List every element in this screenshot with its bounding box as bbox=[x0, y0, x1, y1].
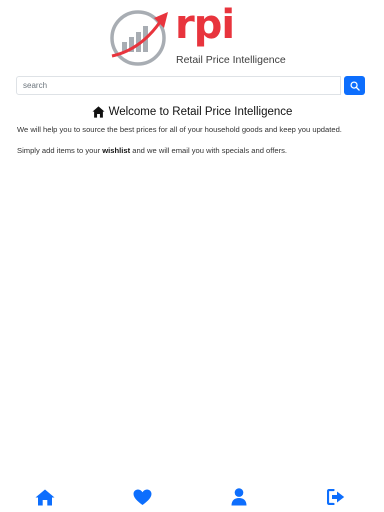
logout-icon bbox=[327, 489, 345, 505]
user-icon bbox=[231, 488, 247, 506]
intro-text: We will help you to source the best pric… bbox=[17, 125, 342, 134]
logo-emblem-icon bbox=[110, 10, 168, 66]
wishlist-suffix: and we will email you with specials and … bbox=[130, 146, 287, 155]
home-icon bbox=[35, 489, 55, 505]
search-icon bbox=[349, 80, 360, 91]
heart-icon bbox=[133, 488, 151, 505]
search-bar bbox=[16, 76, 365, 95]
logo-wordmark: rpi bbox=[175, 2, 235, 48]
wishlist-prefix: Simply add items to your bbox=[17, 146, 103, 155]
home-icon bbox=[92, 106, 105, 118]
nav-logout[interactable] bbox=[326, 488, 346, 506]
bottom-nav bbox=[0, 482, 384, 512]
nav-home[interactable] bbox=[35, 488, 55, 506]
search-input[interactable] bbox=[16, 76, 341, 95]
wishlist-word: wishlist bbox=[102, 146, 131, 155]
logo-tagline: Retail Price Intelligence bbox=[176, 54, 286, 66]
welcome-heading: Welcome to Retail Price Intelligence bbox=[0, 106, 384, 118]
nav-profile[interactable] bbox=[229, 488, 249, 506]
wishlist-text: Simply add items to your wishlist and we… bbox=[17, 146, 369, 156]
nav-wishlist[interactable] bbox=[132, 488, 152, 506]
welcome-title: Welcome to Retail Price Intelligence bbox=[108, 106, 293, 118]
brand-logo: rpi Retail Price Intelligence bbox=[108, 2, 288, 68]
search-button[interactable] bbox=[344, 76, 365, 95]
